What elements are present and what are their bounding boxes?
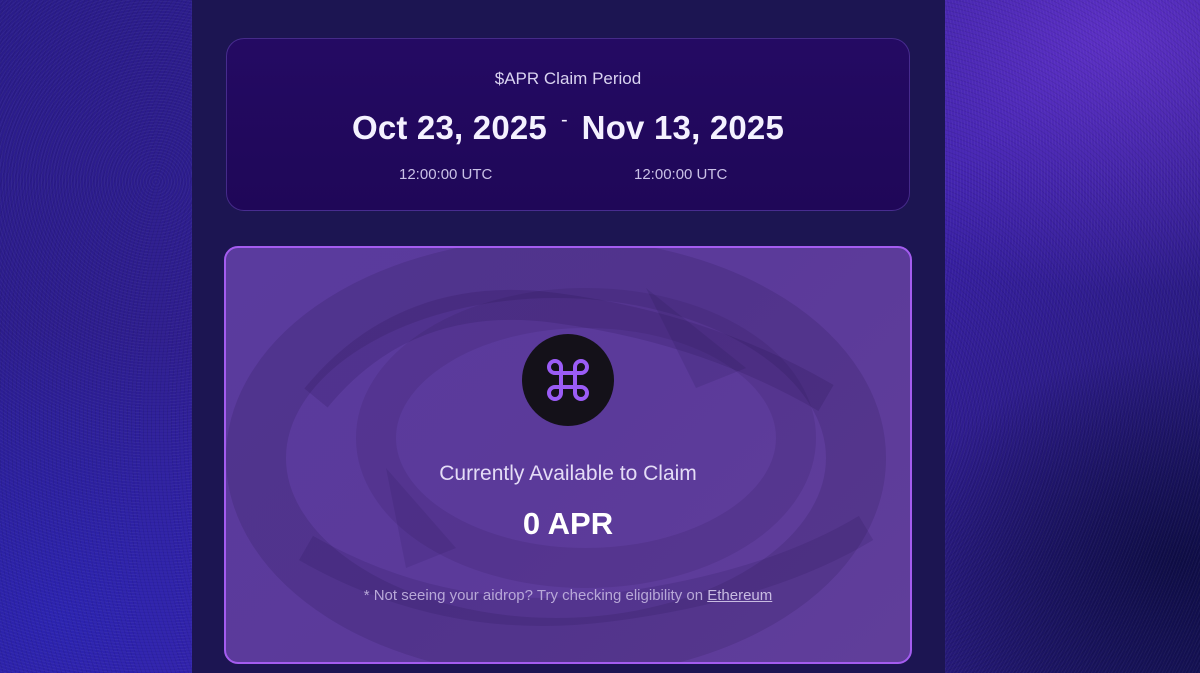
eligibility-note-text: * Not seeing your aidrop? Try checking e…: [363, 587, 704, 604]
eligibility-note: * Not seeing your aidrop? Try checking e…: [226, 587, 910, 604]
claim-period-title: $APR Claim Period: [494, 69, 642, 88]
date-separator: -: [561, 108, 568, 131]
available-to-claim-label: Currently Available to Claim: [439, 462, 697, 485]
claim-amount: 0 APR: [522, 506, 614, 541]
main-column: $APR Claim Period Oct 23, 2025 - Nov 13,…: [192, 0, 945, 673]
end-time: 12:00:00 UTC: [634, 166, 728, 183]
command-icon: [522, 334, 614, 426]
command-symbol-icon: [547, 359, 589, 401]
start-time: 12:00:00 UTC: [399, 166, 493, 183]
start-date: Oct 23, 2025: [351, 109, 547, 146]
claim-period-dates: Oct 23, 2025 - Nov 13, 2025: [227, 109, 909, 147]
claim-card: Currently Available to Claim 0 APR * Not…: [224, 246, 912, 664]
ethereum-link[interactable]: Ethereum: [707, 587, 772, 604]
claim-period-card: $APR Claim Period Oct 23, 2025 - Nov 13,…: [226, 38, 910, 211]
end-date: Nov 13, 2025: [581, 109, 785, 146]
